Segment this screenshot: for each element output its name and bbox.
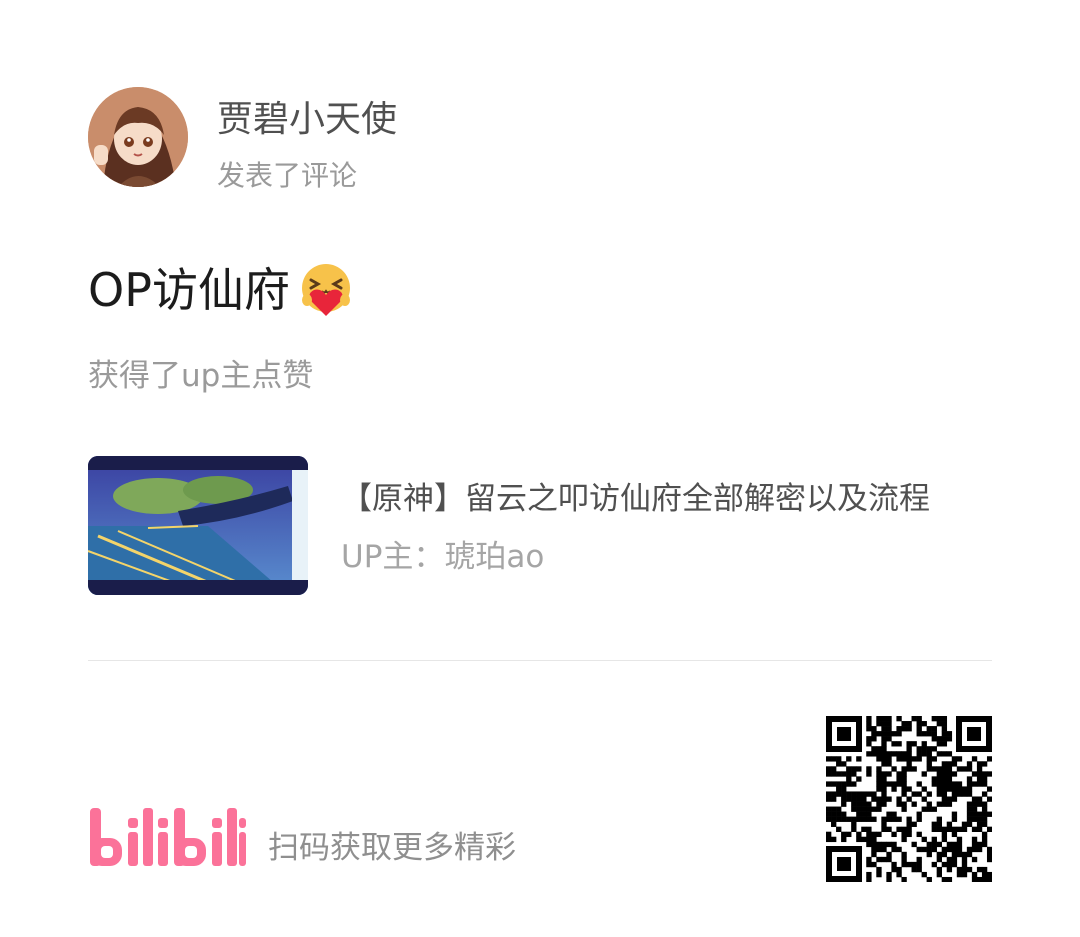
video-thumbnail[interactable] xyxy=(88,456,308,595)
comment-text: OP访仙府 xyxy=(88,263,290,317)
user-name[interactable]: 贾碧小天使 xyxy=(217,98,397,142)
video-title[interactable]: 【原神】留云之叩访仙府全部解密以及流程 xyxy=(341,479,930,519)
comment-content: OP访仙府 xyxy=(88,258,354,322)
qr-code[interactable] xyxy=(826,716,992,882)
scan-prompt: 扫码获取更多精彩 xyxy=(268,830,516,866)
user-avatar[interactable] xyxy=(88,87,188,187)
video-uploader[interactable]: UP主：琥珀ao xyxy=(341,537,544,577)
divider xyxy=(88,660,992,661)
hug-heart-emoji-icon xyxy=(301,264,350,316)
up-liked-note: 获得了up主点赞 xyxy=(88,358,314,394)
post-action-label: 发表了评论 xyxy=(217,159,358,192)
bilibili-logo xyxy=(90,808,246,866)
video-card[interactable]: 【原神】留云之叩访仙府全部解密以及流程 UP主：琥珀ao xyxy=(88,456,992,596)
